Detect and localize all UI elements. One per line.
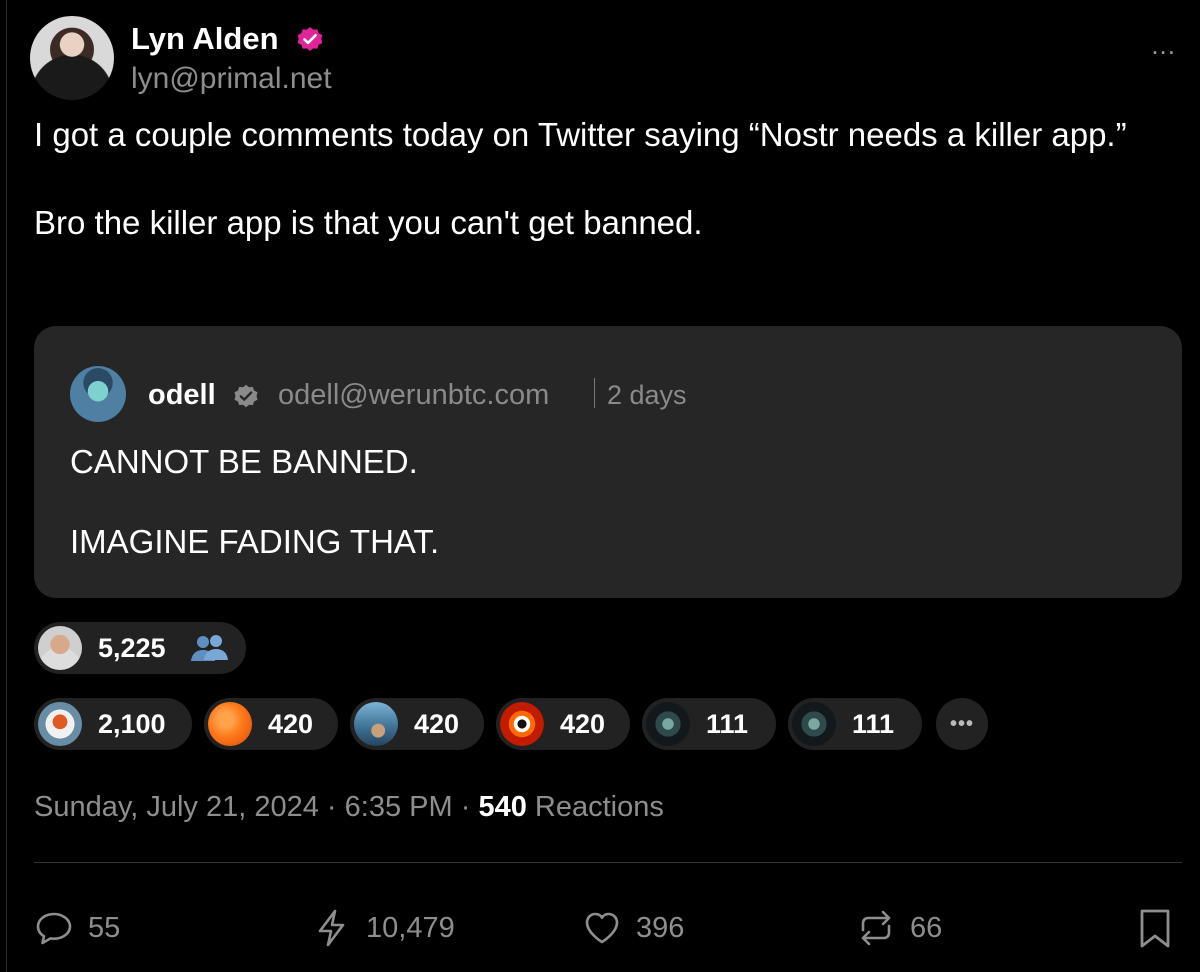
zap-amount: 111	[706, 709, 749, 739]
verified-badge-icon	[234, 384, 258, 408]
divider	[34, 862, 1182, 863]
zap-amount: 420	[268, 709, 314, 739]
reply-button[interactable]: 55	[34, 908, 120, 948]
repost-button[interactable]: 66	[856, 908, 942, 948]
zap-pill[interactable]: 420	[496, 698, 630, 750]
zapper-avatar	[38, 626, 82, 670]
author-avatar[interactable]	[30, 16, 114, 100]
quoted-text-line: CANNOT BE BANNED.	[70, 443, 418, 480]
repost-count: 66	[910, 912, 943, 944]
zapper-avatar	[792, 702, 836, 746]
zap-icon	[318, 909, 345, 947]
bookmark-icon[interactable]	[1138, 908, 1172, 950]
zap-button[interactable]: 10,479	[312, 908, 455, 948]
group-icon	[191, 635, 228, 661]
zap-pill[interactable]: 111	[788, 698, 922, 750]
author-handle[interactable]: lyn@primal.net	[131, 60, 332, 98]
reactions-label: Reactions	[534, 791, 664, 823]
separator: ·	[460, 791, 471, 823]
verified-badge-icon	[297, 27, 323, 51]
zap-amount: 5,225	[98, 633, 166, 663]
zapper-avatar	[38, 702, 82, 746]
quoted-author-handle[interactable]: odell@werunbtc.com	[278, 376, 549, 414]
quoted-author-name[interactable]: odell	[148, 376, 216, 414]
zapper-avatar	[500, 702, 544, 746]
reactions-link[interactable]: 540 Reactions	[478, 791, 663, 823]
reactions-count: 540	[478, 791, 527, 823]
separator: ·	[326, 791, 337, 823]
top-zap-pill[interactable]: 5,225	[34, 622, 246, 674]
more-icon: ...	[1151, 30, 1176, 60]
reply-count: 55	[88, 912, 121, 944]
zap-amount: 420	[560, 709, 606, 739]
post-meta: Sunday, July 21, 2024 · 6:35 PM · 540 Re…	[34, 788, 664, 826]
zapper-avatar	[646, 702, 690, 746]
more-icon: •••	[949, 712, 974, 735]
like-icon	[585, 912, 619, 944]
zapper-avatar	[354, 702, 398, 746]
like-button[interactable]: 396	[582, 908, 684, 948]
zap-pill[interactable]: 420	[350, 698, 484, 750]
zap-amount: 2,100	[98, 709, 166, 739]
quoted-note-card[interactable]: odell odell@werunbtc.com 2 days CANNOT B…	[34, 326, 1182, 598]
more-zaps-button[interactable]: •••	[936, 698, 988, 750]
zap-pill[interactable]: 111	[642, 698, 776, 750]
zap-pill[interactable]: 2,100	[34, 698, 192, 750]
quoted-timestamp: 2 days	[607, 380, 687, 410]
zap-amount: 111	[852, 709, 895, 739]
quoted-author-avatar[interactable]	[70, 366, 126, 422]
post-text: I got a couple comments today on Twitter…	[34, 116, 1127, 241]
zap-pill[interactable]: 420	[204, 698, 338, 750]
zapper-avatar	[208, 702, 252, 746]
post-date: Sunday, July 21, 2024	[34, 791, 319, 823]
like-count: 396	[636, 912, 685, 944]
quoted-text-line: IMAGINE FADING THAT.	[70, 523, 440, 560]
zap-amount: 420	[414, 709, 460, 739]
post-time: 6:35 PM	[344, 791, 453, 823]
separator	[594, 378, 595, 408]
reply-icon	[36, 912, 72, 945]
author-name[interactable]: Lyn Alden	[131, 20, 279, 58]
zap-count: 10,479	[366, 912, 455, 944]
left-divider	[6, 0, 7, 972]
repost-icon	[861, 910, 891, 946]
more-options-button[interactable]: ...	[1151, 32, 1176, 58]
